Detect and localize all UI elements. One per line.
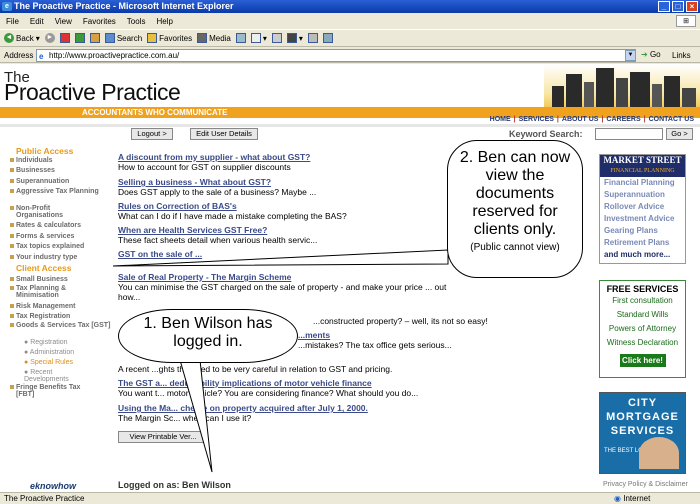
status-bar: The Proactive Practice ◉ Internet — [0, 492, 700, 504]
messenger-icon — [322, 33, 333, 43]
messenger-button[interactable] — [322, 33, 333, 43]
callout-1-pointer — [179, 359, 213, 473]
window-titlebar: e The Proactive Practice - Microsoft Int… — [0, 0, 700, 13]
edit-icon — [286, 33, 297, 43]
status-text: The Proactive Practice — [4, 494, 85, 503]
edit-page-button[interactable]: ▾ — [286, 33, 303, 43]
close-button[interactable]: × — [686, 1, 698, 12]
address-label: Address — [4, 51, 34, 60]
go-button[interactable]: ➔ Go — [641, 50, 661, 59]
address-dropdown-button[interactable]: ▼ — [625, 50, 636, 61]
minimize-button[interactable]: _ — [658, 1, 670, 12]
menu-file[interactable]: File — [6, 17, 19, 26]
stop-icon — [59, 33, 70, 43]
callout-pointers — [112, 249, 449, 473]
callout-logged-in: 1. Ben Wilson has logged in. — [118, 309, 298, 363]
go-arrow-icon: ➔ — [641, 50, 648, 59]
media-icon — [197, 33, 208, 43]
callout-2-pointer — [112, 249, 449, 267]
ie-icon: e — [2, 2, 12, 11]
menu-edit[interactable]: Edit — [30, 17, 44, 26]
discuss-icon — [307, 33, 318, 43]
menu-bar: File Edit View Favorites Tools Help ⊞ — [0, 14, 700, 28]
web-page: The Proactive Practice ACCOUNTANTS WHO C… — [0, 64, 700, 492]
favorites-button[interactable]: Favorites — [147, 33, 192, 43]
forward-button[interactable]: ► — [44, 33, 55, 43]
home-icon — [89, 33, 100, 43]
back-button[interactable]: ◄ Back ▾ — [4, 33, 40, 43]
refresh-button[interactable] — [74, 33, 85, 43]
history-button[interactable] — [235, 33, 246, 43]
mail-button[interactable]: ▾ — [250, 33, 267, 43]
print-icon — [271, 33, 282, 43]
menu-tools[interactable]: Tools — [127, 17, 146, 26]
address-bar: Address e http://www.proactivepractice.c… — [0, 48, 700, 63]
search-button[interactable]: Search — [104, 33, 142, 43]
zone-indicator: ◉ Internet — [614, 494, 651, 503]
search-icon — [104, 33, 115, 43]
links-button[interactable]: Links — [672, 51, 691, 60]
print-button[interactable] — [271, 33, 282, 43]
menu-help[interactable]: Help — [156, 17, 172, 26]
window-title: The Proactive Practice - Microsoft Inter… — [14, 1, 234, 11]
discuss-button[interactable] — [307, 33, 318, 43]
mail-icon — [250, 33, 261, 43]
menu-view[interactable]: View — [55, 17, 72, 26]
callout-note: (Public cannot view) — [470, 242, 560, 253]
windows-logo-icon: ⊞ — [676, 15, 696, 27]
home-button[interactable] — [89, 33, 100, 43]
forward-arrow-icon: ► — [44, 33, 55, 43]
maximize-button[interactable]: □ — [672, 1, 684, 12]
globe-icon: ◉ — [614, 494, 621, 503]
media-button[interactable]: Media — [197, 33, 231, 43]
toolbar: ◄ Back ▾ ► Search Favorites Media ▾ ▾ — [0, 29, 700, 47]
url-input[interactable]: e http://www.proactivepractice.com.au/ — [36, 49, 636, 62]
star-icon — [147, 33, 158, 43]
callout-client-view: 2. Ben can now view the documents reserv… — [447, 140, 583, 278]
back-arrow-icon: ◄ — [4, 33, 14, 43]
page-icon: e — [39, 52, 44, 61]
menu-favorites[interactable]: Favorites — [83, 17, 116, 26]
history-icon — [235, 33, 246, 43]
stop-button[interactable] — [59, 33, 70, 43]
url-text: http://www.proactivepractice.com.au/ — [49, 51, 180, 60]
refresh-icon — [74, 33, 85, 43]
